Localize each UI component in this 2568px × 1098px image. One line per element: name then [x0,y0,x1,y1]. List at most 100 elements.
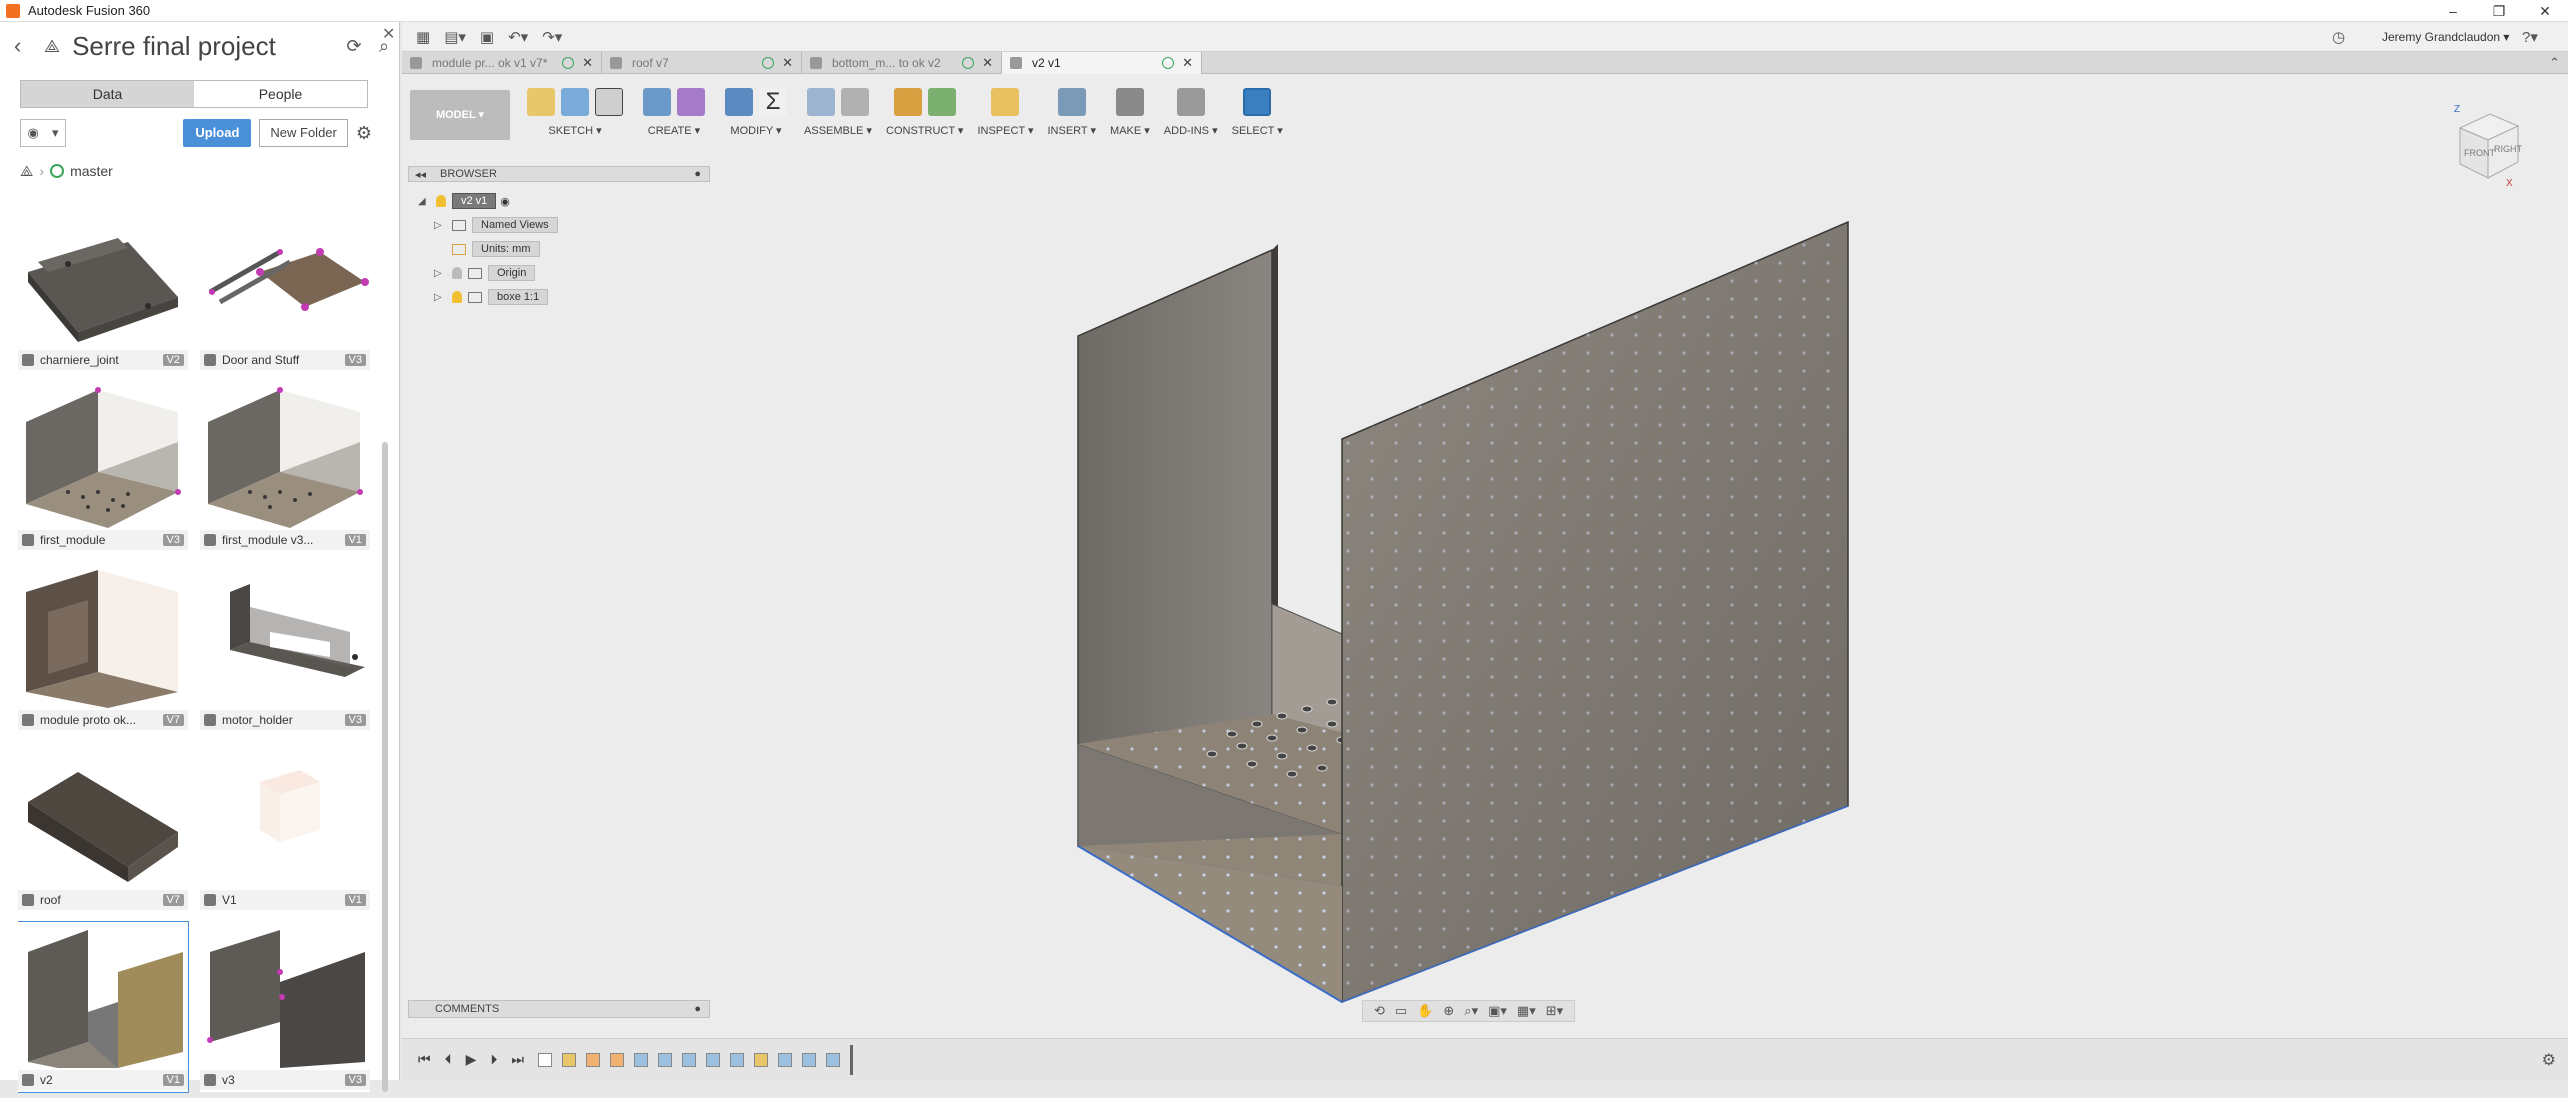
job-status-clock-icon[interactable]: ◷ [2332,28,2345,46]
workspace-switcher[interactable]: MODEL ▾ [410,90,510,140]
timeline-feature-icon[interactable] [562,1052,576,1067]
file-menu-icon[interactable]: ▤▾ [444,28,466,46]
viewcube-right-label[interactable]: RIGHT [2494,144,2523,154]
fit-zoom-icon[interactable]: ⌕▾ [1464,1003,1478,1019]
timeline-marker[interactable] [850,1044,853,1075]
timeline-play-icon[interactable]: ▶ [466,1051,477,1068]
expand-triangle-icon[interactable]: ▷ [434,268,446,279]
rectangle-icon[interactable] [595,88,623,116]
display-settings-icon[interactable]: ▣▾ [1488,1003,1507,1019]
form-icon[interactable] [677,88,705,116]
zoom-icon[interactable]: ⊕ [1443,1003,1454,1019]
visibility-bulb-icon[interactable] [452,291,462,303]
timeline-feature-icon[interactable] [538,1052,552,1067]
timeline-feature-icon[interactable] [778,1052,792,1067]
restore-button[interactable]: ❐ [2476,0,2522,22]
extrude-icon[interactable] [643,88,671,116]
undo-icon[interactable]: ↶▾ [508,28,528,46]
timeline-start-icon[interactable]: ⏮ [418,1051,431,1068]
timeline-feature-icon[interactable] [610,1052,624,1067]
timeline-feature-icon[interactable] [586,1052,600,1067]
timeline-feature-icon[interactable] [682,1052,696,1067]
upload-button[interactable]: Upload [183,119,252,147]
refresh-icon[interactable]: ⟳ [339,36,369,57]
doc-tab-roof[interactable]: roof v7 ✕ [602,52,802,74]
visibility-bulb-icon[interactable] [436,195,446,207]
timeline-end-icon[interactable]: ⏭ [511,1051,524,1068]
close-tab-icon[interactable]: ✕ [582,55,593,71]
line-icon[interactable] [561,88,589,116]
minimize-button[interactable]: – [2430,0,2476,22]
design-card-v3[interactable]: v3 V3 [200,922,370,1092]
orbit-icon[interactable]: ⟲ [1374,1003,1385,1019]
tab-people[interactable]: People [194,81,367,107]
design-card-charniere-joint[interactable]: charniere_joint V2 [18,202,188,372]
timeline-feature-icon[interactable] [802,1052,816,1067]
expand-triangle-icon[interactable]: ▷ [434,292,446,303]
look-at-icon[interactable]: ▭ [1395,1003,1407,1019]
pan-hand-icon[interactable]: ✋ [1417,1003,1433,1019]
hub-icon[interactable]: ⟁ [20,163,33,180]
comments-panel-header[interactable]: COMMENTS ● [408,1000,710,1018]
browser-node-named-views[interactable]: ▷ Named Views [418,214,698,236]
close-tab-icon[interactable]: ✕ [982,55,993,71]
browser-node-boxe[interactable]: ▷ boxe 1:1 [418,286,698,308]
timeline-feature-icon[interactable] [658,1052,672,1067]
design-card-roof[interactable]: roof V7 [18,742,188,912]
close-data-panel-icon[interactable]: ✕ [382,24,395,44]
grid-settings-icon[interactable]: ▦▾ [1517,1003,1536,1019]
browser-options-icon[interactable]: ● [694,168,701,180]
browser-node-origin[interactable]: ▷ Origin [418,262,698,284]
back-arrow-icon[interactable]: ‹ [14,33,36,59]
new-folder-button[interactable]: New Folder [259,119,348,147]
visibility-bulb-icon[interactable] [452,267,462,279]
ribbon-group-create[interactable]: CREATE ▾ [640,82,708,162]
viewcube-front-label[interactable]: FRONT [2464,148,2495,158]
design-card-motor-holder[interactable]: motor_holder V3 [200,562,370,732]
save-icon[interactable]: ▣ [480,28,494,46]
expand-triangle-icon[interactable]: ◢ [418,196,430,207]
design-card-door-and-stuff[interactable]: Door and Stuff V3 [200,202,370,372]
design-card-v2[interactable]: v2 V1 [18,921,189,1093]
doc-tab-v2[interactable]: v2 v1 ✕ [1002,52,1202,74]
collapse-browser-icon[interactable]: ◂◂ [415,168,426,181]
view-toggle-button[interactable]: ◉ ▾ [20,119,66,147]
chevron-up-icon[interactable]: ⌃ [2549,52,2568,73]
timeline-next-icon[interactable]: ⏵ [490,1051,497,1068]
timeline-feature-icon[interactable] [826,1052,840,1067]
branch-name[interactable]: master [70,163,113,179]
viewcube[interactable]: FRONT RIGHT Z X [2446,100,2526,190]
timeline-feature-icon[interactable] [634,1052,648,1067]
browser-panel-header[interactable]: ◂◂ BROWSER ● [408,166,710,182]
comments-options-icon[interactable]: ● [694,1003,701,1015]
close-tab-icon[interactable]: ✕ [1182,55,1193,71]
doc-tab-module-proto[interactable]: module pr... ok v1 v7* ✕ [402,52,602,74]
browser-node-units[interactable]: Units: mm [418,238,698,260]
viewports-icon[interactable]: ⊞▾ [1546,1003,1563,1019]
activate-radio-icon[interactable]: ◉ [500,195,510,208]
design-card-module-proto[interactable]: module proto ok... V7 [18,562,188,732]
user-account-menu[interactable]: Jeremy Grandclaudon ▾ [2382,30,2509,44]
browser-root-node[interactable]: ◢ v2 v1 ◉ [418,190,698,212]
timeline-feature-icon[interactable] [706,1052,720,1067]
design-card-v1[interactable]: V1 V1 [200,742,370,912]
design-card-first-module-v3[interactable]: first_module v3... V1 [200,382,370,552]
tab-data[interactable]: Data [21,81,194,107]
doc-tab-bottom[interactable]: bottom_m... to ok v2 ✕ [802,52,1002,74]
timeline-settings-gear-icon[interactable]: ⚙ [2542,1050,2556,1070]
redo-icon[interactable]: ↷▾ [542,28,562,46]
design-card-first-module[interactable]: first_module V3 [18,382,188,552]
data-panel-grid-icon[interactable]: ▦ [416,28,430,46]
create-sketch-icon[interactable] [527,88,555,116]
timeline-feature-icon[interactable] [730,1052,744,1067]
timeline-previous-icon[interactable]: ⏴ [445,1051,452,1068]
expand-triangle-icon[interactable]: ▷ [434,220,446,231]
canvas-viewport[interactable] [712,74,2568,1034]
help-icon[interactable]: ?▾ [2522,28,2538,46]
gear-icon[interactable]: ⚙ [356,123,372,144]
close-button[interactable]: ✕ [2522,0,2568,22]
close-tab-icon[interactable]: ✕ [782,55,793,71]
ribbon-group-sketch[interactable]: SKETCH ▾ [524,82,626,162]
timeline-feature-icon[interactable] [754,1052,768,1067]
data-panel-scrollbar[interactable] [382,442,388,1092]
